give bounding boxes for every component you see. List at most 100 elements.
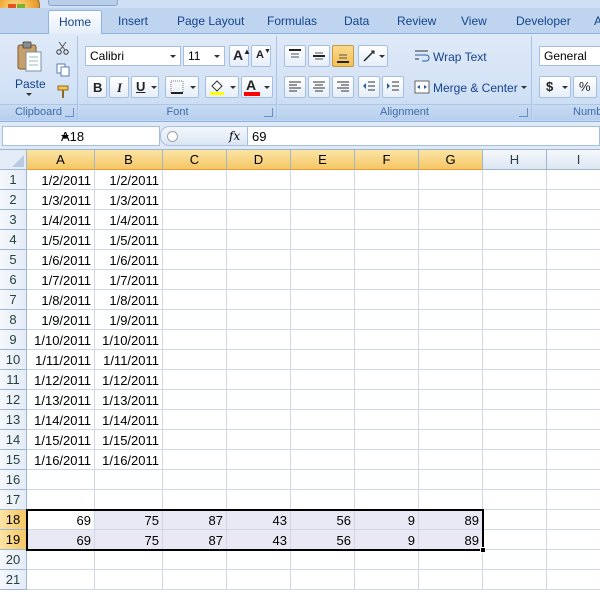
cell-d6[interactable] [227, 270, 291, 290]
cell-g6[interactable] [419, 270, 483, 290]
cell-e16[interactable] [291, 470, 355, 490]
cell-i1[interactable] [547, 170, 600, 190]
cell-g14[interactable] [419, 430, 483, 450]
cell-h7[interactable] [483, 290, 547, 310]
cell-h1[interactable] [483, 170, 547, 190]
cell-a2[interactable]: 1/3/2011 [27, 190, 95, 210]
cell-a6[interactable]: 1/7/2011 [27, 270, 95, 290]
cell-g1[interactable] [419, 170, 483, 190]
cell-a19[interactable]: 69 [27, 530, 95, 550]
paste-button[interactable]: Paste [8, 38, 48, 100]
cell-a7[interactable]: 1/8/2011 [27, 290, 95, 310]
cell-e19[interactable]: 56 [291, 530, 355, 550]
cell-a8[interactable]: 1/9/2011 [27, 310, 95, 330]
cell-d14[interactable] [227, 430, 291, 450]
cell-b18[interactable]: 75 [95, 510, 163, 530]
cell-i7[interactable] [547, 290, 600, 310]
cell-e10[interactable] [291, 350, 355, 370]
percent-button[interactable]: % [573, 76, 597, 98]
cell-b10[interactable]: 1/11/2011 [95, 350, 163, 370]
cell-d17[interactable] [227, 490, 291, 510]
cell-e20[interactable] [291, 550, 355, 570]
cell-e8[interactable] [291, 310, 355, 330]
cell-b2[interactable]: 1/3/2011 [95, 190, 163, 210]
cell-c9[interactable] [163, 330, 227, 350]
cell-a21[interactable] [27, 570, 95, 590]
cell-b1[interactable]: 1/2/2011 [95, 170, 163, 190]
cell-a20[interactable] [27, 550, 95, 570]
cell-d20[interactable] [227, 550, 291, 570]
shrink-font-button[interactable]: A ▼ [251, 45, 271, 67]
cell-h14[interactable] [483, 430, 547, 450]
column-header-h[interactable]: H [483, 150, 547, 170]
cell-i17[interactable] [547, 490, 600, 510]
cell-g21[interactable] [419, 570, 483, 590]
tab-home[interactable]: Home [48, 10, 103, 35]
cell-f6[interactable] [355, 270, 419, 290]
cell-d1[interactable] [227, 170, 291, 190]
cell-f14[interactable] [355, 430, 419, 450]
cell-b16[interactable] [95, 470, 163, 490]
align-right-button[interactable] [332, 76, 354, 98]
cell-h12[interactable] [483, 390, 547, 410]
row-header-12[interactable]: 12 [0, 390, 27, 410]
cell-d3[interactable] [227, 210, 291, 230]
cell-b3[interactable]: 1/4/2011 [95, 210, 163, 230]
column-header-d[interactable]: D [227, 150, 291, 170]
cell-a10[interactable]: 1/11/2011 [27, 350, 95, 370]
row-header-10[interactable]: 10 [0, 350, 27, 370]
row-header-13[interactable]: 13 [0, 410, 27, 430]
cell-f4[interactable] [355, 230, 419, 250]
cell-c17[interactable] [163, 490, 227, 510]
tab-add-ins[interactable]: A [594, 14, 600, 28]
tab-review[interactable]: Review [397, 14, 436, 28]
cell-h10[interactable] [483, 350, 547, 370]
cell-d8[interactable] [227, 310, 291, 330]
cell-e17[interactable] [291, 490, 355, 510]
column-header-e[interactable]: E [291, 150, 355, 170]
cell-i6[interactable] [547, 270, 600, 290]
cell-c15[interactable] [163, 450, 227, 470]
cell-e5[interactable] [291, 250, 355, 270]
cell-a5[interactable]: 1/6/2011 [27, 250, 95, 270]
cell-g17[interactable] [419, 490, 483, 510]
cell-e11[interactable] [291, 370, 355, 390]
cell-e3[interactable] [291, 210, 355, 230]
row-header-6[interactable]: 6 [0, 270, 27, 290]
row-header-21[interactable]: 21 [0, 570, 27, 590]
quick-access-toolbar[interactable] [48, 0, 118, 6]
tab-formulas[interactable]: Formulas [267, 14, 317, 28]
column-header-c[interactable]: C [163, 150, 227, 170]
cell-b7[interactable]: 1/8/2011 [95, 290, 163, 310]
cell-h6[interactable] [483, 270, 547, 290]
merge-center-button[interactable]: Merge & Center [410, 76, 528, 98]
fill-color-button[interactable] [205, 76, 239, 98]
cell-f11[interactable] [355, 370, 419, 390]
fill-handle[interactable] [480, 547, 486, 553]
cell-c7[interactable] [163, 290, 227, 310]
cell-c20[interactable] [163, 550, 227, 570]
cell-i9[interactable] [547, 330, 600, 350]
cell-b15[interactable]: 1/16/2011 [95, 450, 163, 470]
cell-c5[interactable] [163, 250, 227, 270]
cell-d12[interactable] [227, 390, 291, 410]
cell-b8[interactable]: 1/9/2011 [95, 310, 163, 330]
cell-a13[interactable]: 1/14/2011 [27, 410, 95, 430]
cell-e1[interactable] [291, 170, 355, 190]
cell-d2[interactable] [227, 190, 291, 210]
cell-c21[interactable] [163, 570, 227, 590]
cell-g10[interactable] [419, 350, 483, 370]
tab-insert[interactable]: Insert [118, 14, 148, 28]
cell-e7[interactable] [291, 290, 355, 310]
cell-c19[interactable]: 87 [163, 530, 227, 550]
cell-b11[interactable]: 1/12/2011 [95, 370, 163, 390]
cell-h21[interactable] [483, 570, 547, 590]
underline-button[interactable]: U [131, 76, 159, 98]
cell-e13[interactable] [291, 410, 355, 430]
cell-h4[interactable] [483, 230, 547, 250]
decrease-indent-button[interactable] [358, 76, 380, 98]
cell-f2[interactable] [355, 190, 419, 210]
cell-b5[interactable]: 1/6/2011 [95, 250, 163, 270]
row-header-17[interactable]: 17 [0, 490, 27, 510]
cell-d16[interactable] [227, 470, 291, 490]
